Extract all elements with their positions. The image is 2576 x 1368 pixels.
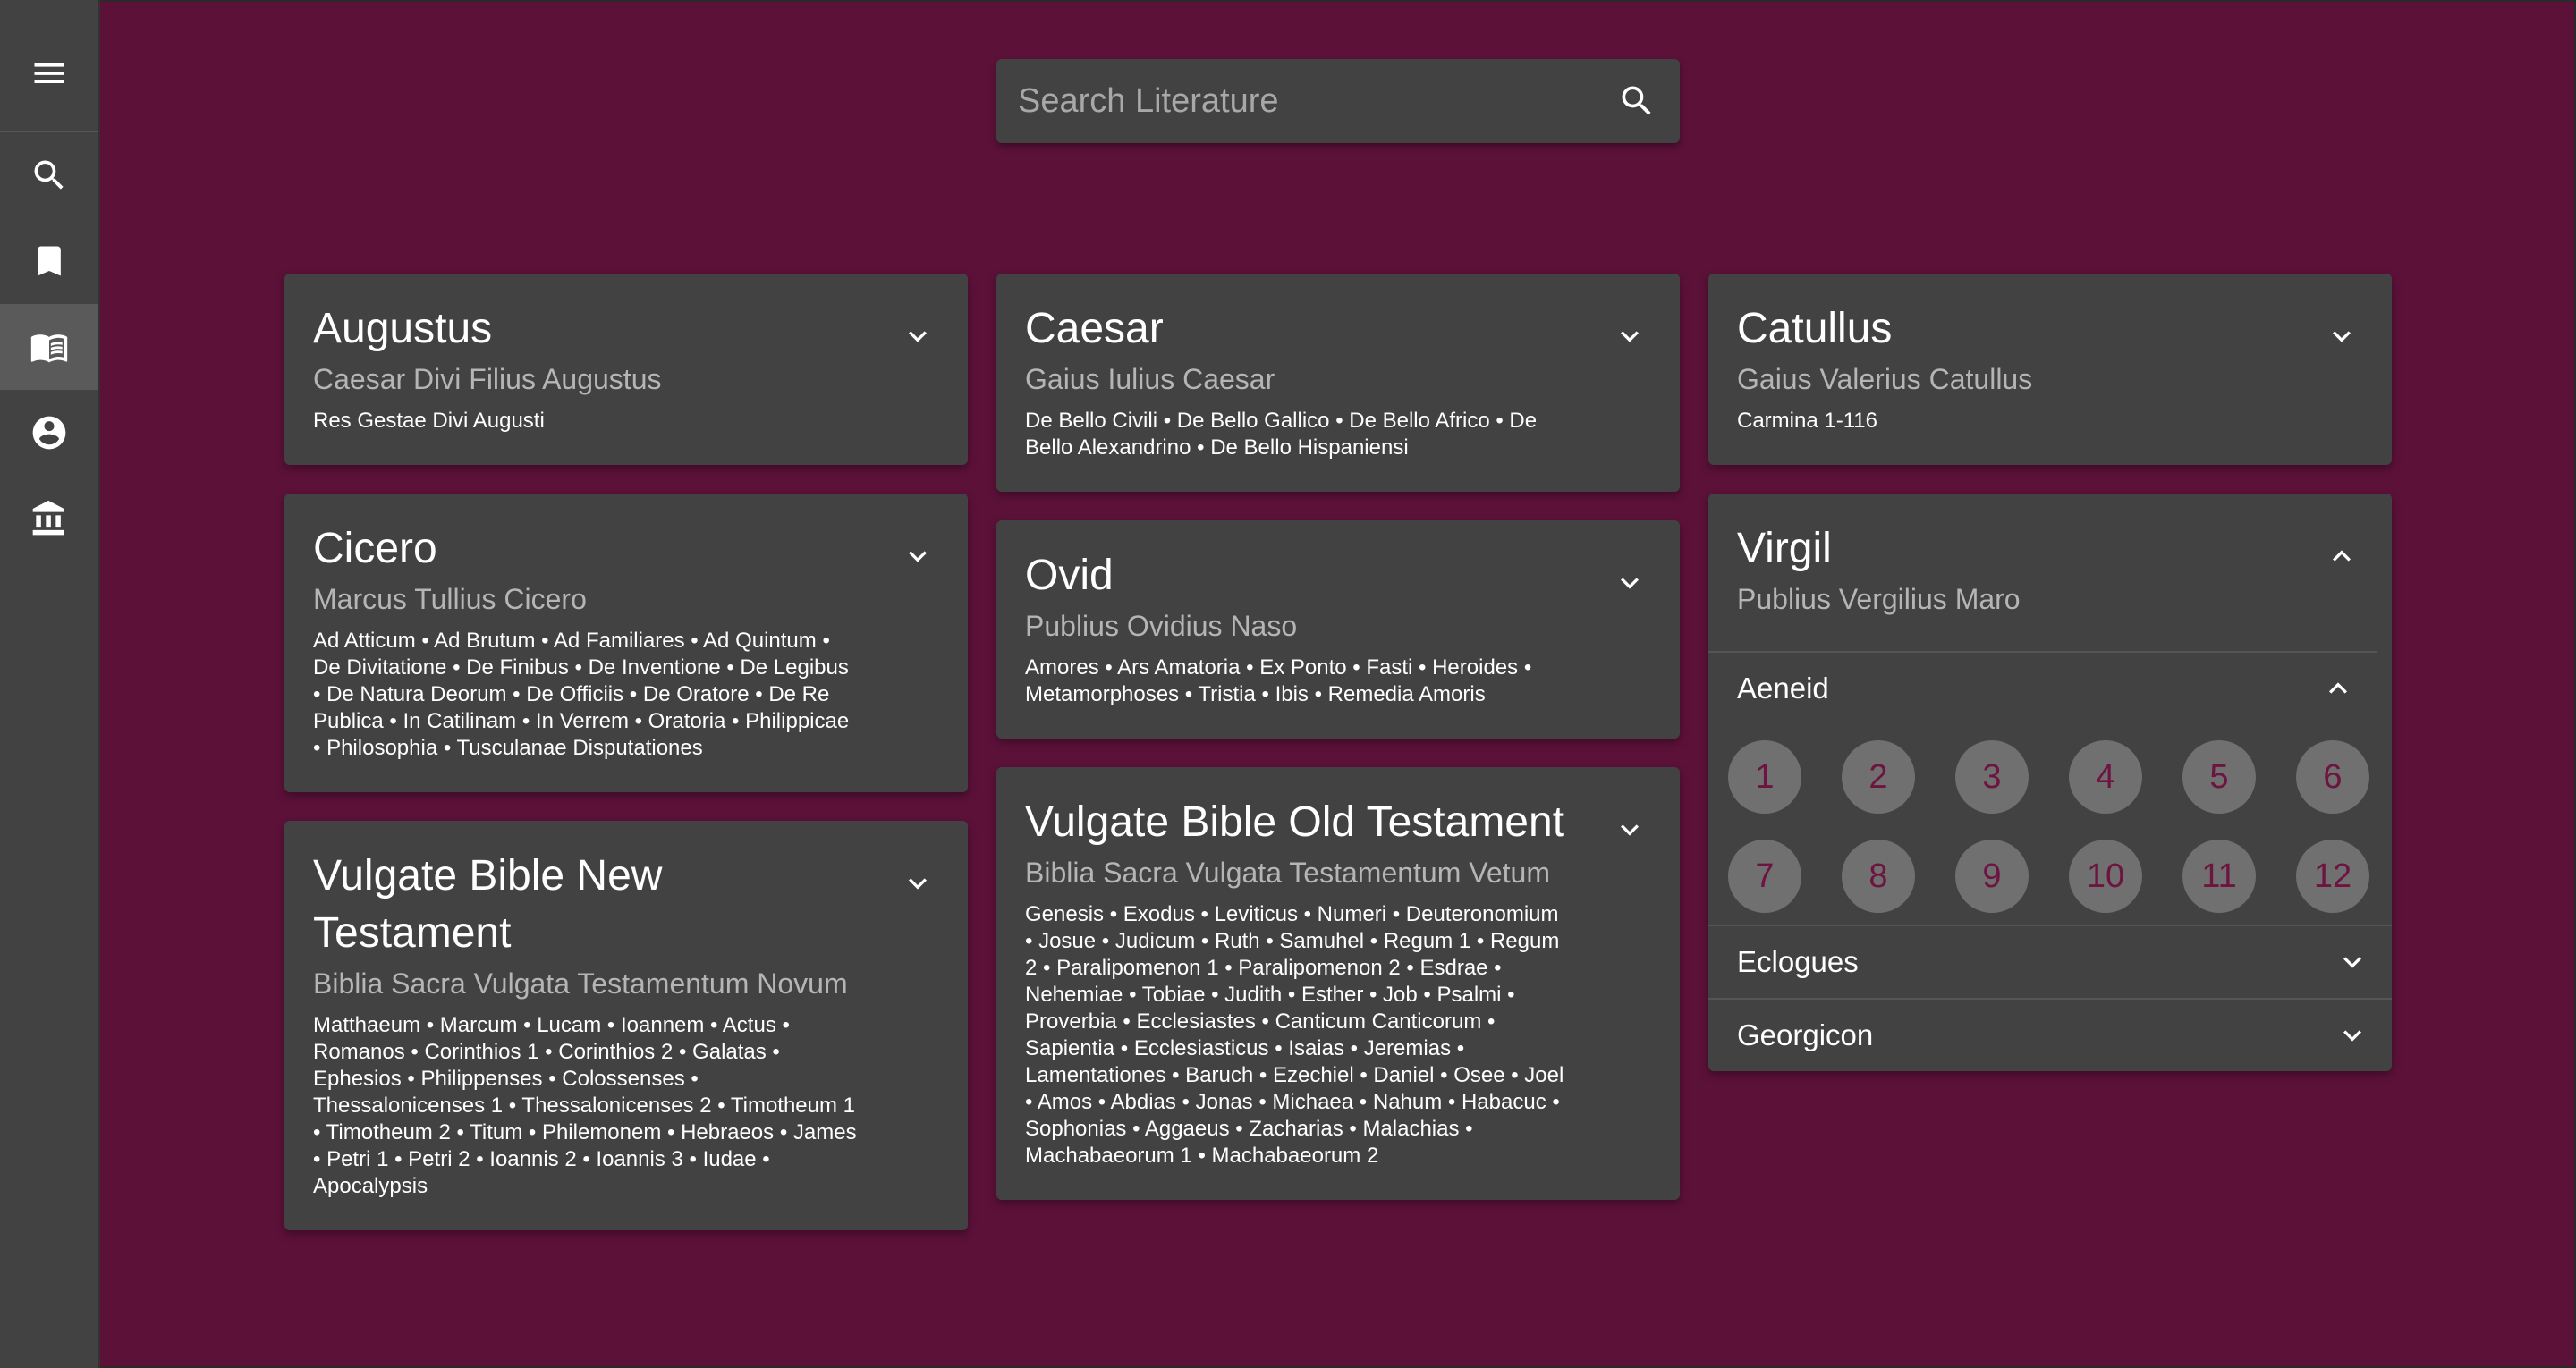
author-works: De Bello Civili • De Bello Gallico • De … (1025, 409, 1538, 460)
expand-button[interactable] (1612, 812, 1648, 848)
book-label: Georgicon (1737, 1018, 1874, 1051)
book-section-5[interactable]: 5 (2182, 740, 2256, 814)
author-card-vulgate-nt[interactable]: Vulgate Bible New Testament Biblia Sacra… (284, 821, 968, 1230)
book-section-8[interactable]: 8 (1842, 840, 1915, 913)
author-works: Matthaeum • Marcum • Lucam • Ioannem • A… (313, 1013, 857, 1198)
chevron-up-icon (2333, 550, 2351, 562)
expand-button[interactable] (1612, 318, 1648, 354)
author-works: Ad Atticum • Ad Brutum • Ad Familiares •… (313, 629, 850, 760)
author-full-name: Caesar Divi Filius Augustus (313, 363, 662, 395)
author-card-caesar[interactable]: Caesar Gaius Iulius Caesar De Bello Civi… (996, 274, 1680, 492)
book-section-9[interactable]: 9 (1955, 840, 2029, 913)
author-works: Genesis • Exodus • Leviticus • Numeri • … (1025, 902, 1564, 1168)
author-title: Virgil (1737, 525, 1832, 572)
author-card-virgil[interactable]: Virgil Publius Vergilius Maro Aeneid 1 2… (1708, 494, 2392, 1071)
account-icon (32, 416, 66, 450)
author-card-vulgate-ot[interactable]: Vulgate Bible Old Testament Biblia Sacra… (996, 767, 1680, 1200)
author-card-augustus[interactable]: Augustus Caesar Divi Filius Augustus Res… (284, 274, 968, 465)
sidebar-item-bookmarks[interactable] (0, 218, 98, 304)
book-section-6[interactable]: 6 (2296, 740, 2369, 814)
author-title: Vulgate Bible New Testament (313, 852, 663, 957)
search-icon (1622, 86, 1651, 115)
sidebar-item-institution[interactable] (0, 476, 98, 562)
author-card-catullus[interactable]: Catullus Gaius Valerius Catullus Carmina… (1708, 274, 2392, 465)
chevron-down-icon (909, 331, 927, 342)
book-section-2[interactable]: 2 (1842, 740, 1915, 814)
book-section-3[interactable]: 3 (1955, 740, 2029, 814)
chevron-down-icon (909, 551, 927, 562)
search-icon (34, 160, 64, 190)
author-full-name: Biblia Sacra Vulgata Testamentum Vetum (1025, 857, 1550, 889)
expand-book-button[interactable] (2334, 944, 2370, 980)
author-card-ovid[interactable]: Ovid Publius Ovidius Naso Amores • Ars A… (996, 520, 1680, 739)
chevron-down-icon (2343, 1030, 2361, 1042)
chevron-down-icon (1621, 578, 1639, 589)
chevron-down-icon (2333, 331, 2351, 342)
expand-button[interactable] (900, 538, 936, 574)
author-title: Cicero (313, 525, 437, 572)
expand-button[interactable] (1612, 565, 1648, 601)
sidebar-item-account[interactable] (0, 390, 98, 476)
book-section-11[interactable]: 11 (2182, 840, 2256, 913)
author-full-name: Biblia Sacra Vulgata Testamentum Novum (313, 967, 848, 1000)
author-title: Augustus (313, 305, 493, 352)
book-section-4[interactable]: 4 (2069, 740, 2142, 814)
book-row-eclogues[interactable]: Eclogues (1708, 925, 2392, 996)
book-section-7[interactable]: 7 (1728, 840, 1801, 913)
collapse-button[interactable] (2324, 538, 2360, 574)
author-full-name: Gaius Iulius Caesar (1025, 363, 1275, 395)
book-section-1[interactable]: 1 (1728, 740, 1801, 814)
book-section-10[interactable]: 10 (2069, 840, 2142, 913)
bookmark-icon (38, 246, 61, 276)
book-label: Eclogues (1737, 945, 1859, 978)
sidebar-item-search[interactable] (0, 132, 98, 218)
author-works: Res Gestae Divi Augusti (313, 409, 545, 433)
author-title: Caesar (1025, 305, 1164, 352)
author-full-name: Publius Vergilius Maro (1737, 583, 2021, 615)
book-open-icon (30, 334, 68, 363)
collapse-book-button[interactable] (2320, 671, 2356, 706)
menu-button[interactable] (0, 30, 98, 116)
chevron-down-icon (1621, 331, 1639, 342)
search-button[interactable] (1617, 81, 1657, 121)
sidebar-item-library[interactable] (0, 304, 98, 390)
expand-button[interactable] (900, 318, 936, 354)
author-title: Vulgate Bible Old Testament (1025, 798, 1565, 846)
chevron-down-icon (2343, 957, 2361, 968)
author-full-name: Publius Ovidius Naso (1025, 610, 1298, 642)
menu-icon (34, 63, 64, 83)
chevron-down-icon (909, 878, 927, 890)
author-works: Amores • Ars Amatoria • Ex Ponto • Fasti… (1025, 655, 1532, 706)
expand-button[interactable] (900, 866, 936, 901)
search-bar (996, 59, 1680, 143)
author-works: Carmina 1-116 (1737, 409, 1877, 433)
search-input[interactable] (996, 59, 1605, 143)
book-section-12[interactable]: 12 (2296, 840, 2369, 913)
book-row-georgicon[interactable]: Georgicon (1708, 998, 2392, 1069)
chevron-up-icon (2329, 682, 2347, 694)
expand-button[interactable] (2324, 318, 2360, 354)
sidebar (0, 0, 100, 1368)
author-card-cicero[interactable]: Cicero Marcus Tullius Cicero Ad Atticum … (284, 494, 968, 792)
bank-icon (32, 500, 64, 536)
expand-book-button[interactable] (2334, 1018, 2370, 1053)
author-full-name: Marcus Tullius Cicero (313, 583, 587, 615)
author-title: Ovid (1025, 552, 1114, 599)
virgil-header: Virgil Publius Vergilius Maro (1737, 520, 2021, 617)
author-full-name: Gaius Valerius Catullus (1737, 363, 2033, 395)
book-row-aeneid[interactable]: Aeneid (1708, 651, 2377, 722)
chevron-down-icon (1621, 824, 1639, 836)
book-label: Aeneid (1737, 671, 1829, 705)
author-title: Catullus (1737, 305, 1893, 352)
